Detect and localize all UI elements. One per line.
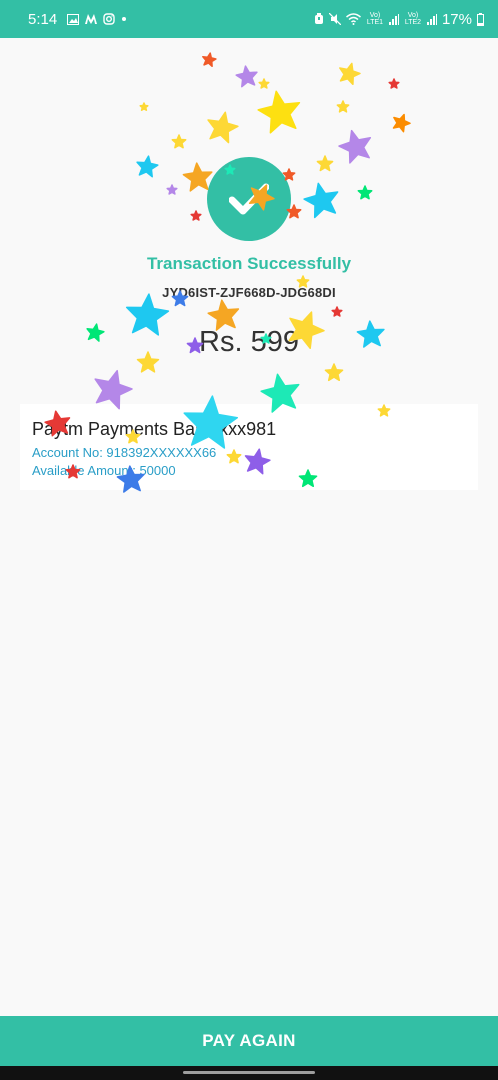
- mute-icon: [328, 13, 341, 25]
- star-icon: [324, 363, 344, 382]
- star-icon: [190, 210, 202, 221]
- account-number: Account No: 918392XXXXXX66: [32, 445, 217, 460]
- star-icon: [202, 52, 217, 68]
- star-icon: [139, 102, 149, 111]
- check-icon: [229, 183, 269, 215]
- star-icon: [94, 369, 133, 410]
- star-icon: [171, 134, 187, 149]
- star-icon: [388, 78, 400, 89]
- status-left: 5:14: [28, 11, 127, 28]
- status-time: 5:14: [28, 10, 58, 28]
- status-bar: 5:14 Vo) LTE1 Vo) LTE2 17%: [0, 0, 498, 38]
- star-icon: [136, 155, 159, 178]
- navigation-bar: [0, 1066, 498, 1080]
- bank-card: Paytm Payments Bank xxx981 Account No: 9…: [20, 404, 478, 490]
- star-icon: [207, 111, 239, 144]
- success-title: Transaction Successfully: [146, 254, 352, 273]
- signal-2-icon: [426, 13, 437, 25]
- signal-1-icon: [388, 13, 399, 25]
- star-icon: [331, 306, 343, 317]
- bank-name: Paytm Payments Bank xxx981: [32, 419, 277, 439]
- star-icon: [338, 129, 372, 164]
- star-icon: [336, 100, 350, 113]
- m-logo-icon: [85, 14, 98, 24]
- instagram-icon: [103, 13, 115, 25]
- star-icon: [257, 90, 301, 134]
- battery-percent: 17%: [441, 10, 472, 28]
- image-icon: [67, 13, 80, 25]
- wifi-icon: [345, 13, 361, 25]
- available-amount: Available Amount: 50000: [32, 463, 176, 478]
- amount: Rs. 599: [199, 326, 299, 358]
- battery-icon: [477, 12, 484, 26]
- network-1-label: Vo) LTE1: [366, 12, 384, 26]
- star-icon: [339, 62, 361, 86]
- pay-again-button[interactable]: PAY AGAIN: [0, 1016, 498, 1066]
- dot-icon: [121, 16, 127, 22]
- star-icon: [182, 162, 213, 192]
- star-icon: [166, 184, 178, 195]
- transaction-id: JYD6IST-ZJF668D-JDG68DI: [162, 285, 336, 300]
- star-icon: [357, 185, 373, 200]
- star-icon: [235, 65, 258, 88]
- home-handle[interactable]: [183, 1071, 315, 1074]
- success-badge: [207, 157, 291, 241]
- star-icon: [258, 78, 270, 89]
- star-icon: [392, 113, 411, 133]
- status-right: Vo) LTE1 Vo) LTE2 17%: [314, 11, 484, 28]
- alarm-icon: [314, 13, 324, 25]
- star-icon: [316, 155, 334, 172]
- star-icon: [303, 182, 339, 219]
- network-2-label: Vo) LTE2: [404, 12, 422, 26]
